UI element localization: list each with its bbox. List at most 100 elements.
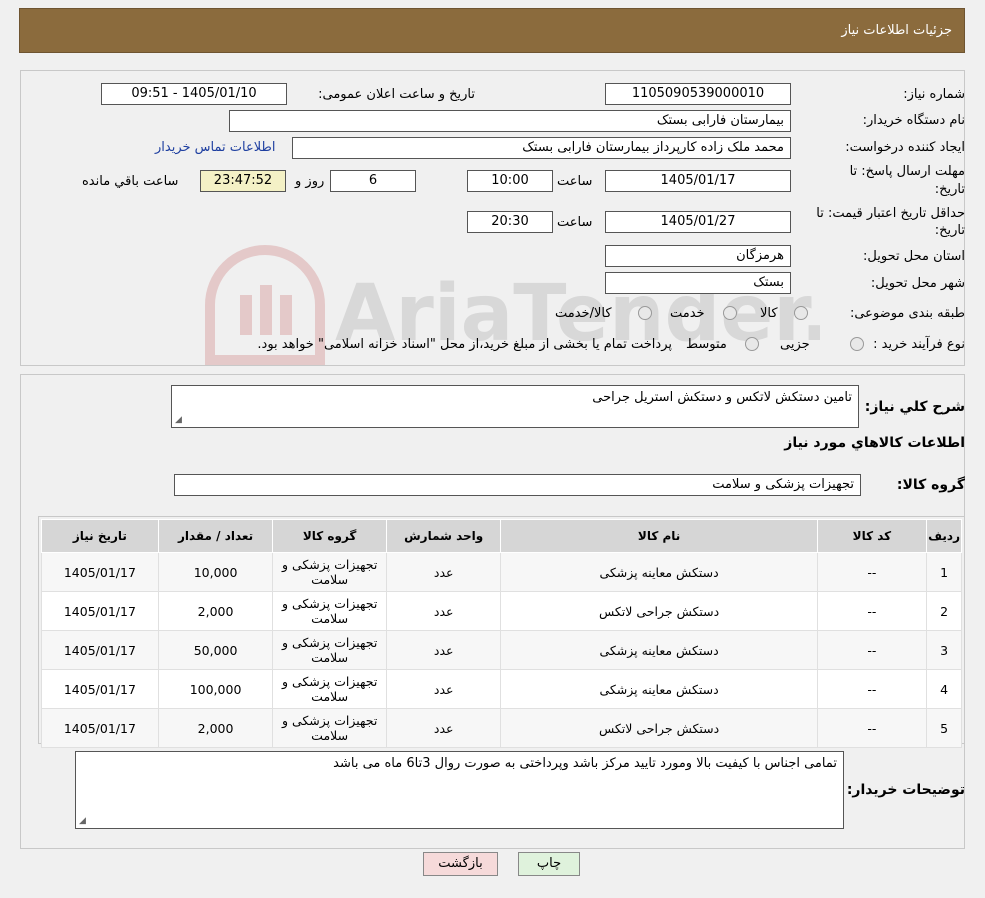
category-option-goods: کالا <box>760 306 778 321</box>
goods-table-container: ردیف کد کالا نام کالا واحد شمارش گروه کا… <box>38 516 965 748</box>
buyer-contact-link[interactable]: اطلاعات تماس خریدار <box>155 140 275 155</box>
process-radio-medium[interactable] <box>745 337 759 351</box>
need-number-field: 1105090539000010 <box>605 83 791 105</box>
creator-label: ایجاد کننده درخواست: <box>845 140 965 155</box>
announce-label: تاریخ و ساعت اعلان عمومی: <box>318 87 475 102</box>
cell-unit: عدد <box>385 669 502 709</box>
buyer-notes-text: تمامی اجناس با کیفیت بالا ومورد تایید مر… <box>333 756 837 771</box>
cell-row-number: 5 <box>926 708 962 748</box>
goods-group-field: تجهیزات پزشکی و سلامت <box>174 474 861 496</box>
need-number-label: شماره نیاز: <box>903 87 965 102</box>
process-radio-minor[interactable] <box>850 337 864 351</box>
col-header-row-number: ردیف <box>926 519 962 553</box>
page-header: جزئیات اطلاعات نیاز <box>19 8 965 53</box>
category-radio-service[interactable] <box>723 306 737 320</box>
days-label: روز و <box>295 174 325 189</box>
col-header-name: نام کالا <box>500 519 818 553</box>
cell-group: تجهیزات پزشکی و سلامت <box>272 630 387 670</box>
validity-label-date: تاریخ: <box>934 223 965 238</box>
deadline-label-date: تاریخ: <box>934 182 965 197</box>
category-radio-goods[interactable] <box>794 306 808 320</box>
deadline-time-field: 10:00 <box>467 170 553 192</box>
cell-group: تجهیزات پزشکی و سلامت <box>272 591 387 631</box>
table-row: 5 -- دستکش جراحی لاتکس عدد تجهیزات پزشکی… <box>41 708 962 748</box>
announce-datetime-field: 1405/01/10 - 09:51 <box>101 83 287 105</box>
category-radio-goods-service[interactable] <box>638 306 652 320</box>
back-button[interactable]: بازگشت <box>423 852 498 876</box>
cell-quantity: 2,000 <box>157 708 274 748</box>
goods-table: ردیف کد کالا نام کالا واحد شمارش گروه کا… <box>41 519 962 748</box>
buyer-notes-label: توضیحات خریدار: <box>846 782 965 798</box>
col-header-group: گروه کالا <box>272 519 387 553</box>
validity-date-field: 1405/01/27 <box>605 211 791 233</box>
province-field: هرمزگان <box>605 245 791 267</box>
deadline-label: مهلت ارسال پاسخ: تا <box>849 164 965 179</box>
cell-row-number: 1 <box>926 552 962 592</box>
goods-group-label: گروه کالا: <box>896 477 965 493</box>
print-button[interactable]: چاپ <box>518 852 580 876</box>
cell-group: تجهیزات پزشکی و سلامت <box>272 552 387 592</box>
cell-group: تجهیزات پزشکی و سلامت <box>272 669 387 709</box>
cell-row-number: 4 <box>926 669 962 709</box>
process-label: نوع فرآیند خرید : <box>873 337 965 352</box>
resize-grip-icon: ◢ <box>79 816 86 826</box>
cell-code: -- <box>816 708 928 748</box>
buyer-notes-textarea[interactable]: تمامی اجناس با کیفیت بالا ومورد تایید مر… <box>75 751 844 829</box>
cell-quantity: 50,000 <box>157 630 274 670</box>
cell-name: دستکش جراحی لاتکس <box>500 591 818 631</box>
cell-unit: عدد <box>385 591 502 631</box>
province-label: استان محل تحویل: <box>863 249 965 264</box>
cell-unit: عدد <box>385 552 502 592</box>
table-row: 2 -- دستکش جراحی لاتکس عدد تجهیزات پزشکی… <box>41 591 962 631</box>
cell-name: دستکش جراحی لاتکس <box>500 708 818 748</box>
cell-date: 1405/01/17 <box>41 591 159 631</box>
cell-name: دستکش معاینه پزشکی <box>500 630 818 670</box>
cell-name: دستکش معاینه پزشکی <box>500 669 818 709</box>
city-label: شهر محل تحویل: <box>870 276 965 291</box>
cell-code: -- <box>816 591 928 631</box>
city-field: بستک <box>605 272 791 294</box>
resize-grip-icon: ◢ <box>175 415 182 425</box>
cell-group: تجهیزات پزشکی و سلامت <box>272 708 387 748</box>
summary-text: تامین دستکش لاتکس و دستکش استریل جراحی <box>592 390 852 405</box>
cell-quantity: 10,000 <box>157 552 274 592</box>
cell-date: 1405/01/17 <box>41 669 159 709</box>
validity-time-field: 20:30 <box>467 211 553 233</box>
validity-time-label: ساعت <box>557 215 593 230</box>
cell-quantity: 2,000 <box>157 591 274 631</box>
summary-textarea[interactable]: تامین دستکش لاتکس و دستکش استریل جراحی ◢ <box>171 385 859 428</box>
col-header-quantity: تعداد / مقدار <box>157 519 274 553</box>
cell-quantity: 100,000 <box>157 669 274 709</box>
table-row: 1 -- دستکش معاینه پزشکی عدد تجهیزات پزشک… <box>41 552 962 592</box>
buyer-org-field: بیمارستان فارابی بستک <box>229 110 791 132</box>
cell-code: -- <box>816 552 928 592</box>
col-header-unit: واحد شمارش <box>385 519 502 553</box>
validity-label: حداقل تاریخ اعتبار قیمت: تا <box>816 206 965 221</box>
table-row: 4 -- دستکش معاینه پزشکی عدد تجهیزات پزشک… <box>41 669 962 709</box>
page-title: جزئیات اطلاعات نیاز <box>841 23 952 38</box>
cell-date: 1405/01/17 <box>41 630 159 670</box>
cell-date: 1405/01/17 <box>41 708 159 748</box>
category-option-goods-service: کالا/خدمت <box>555 306 612 321</box>
col-header-code: کد کالا <box>816 519 928 553</box>
col-header-date: تاریخ نیاز <box>41 519 159 553</box>
cell-code: -- <box>816 630 928 670</box>
cell-code: -- <box>816 669 928 709</box>
summary-label: شرح کلي نیاز: <box>864 399 965 415</box>
deadline-time-label: ساعت <box>557 174 593 189</box>
process-note: پرداخت تمام یا بخشی از مبلغ خرید،از محل … <box>257 337 672 352</box>
process-option-medium: متوسط <box>686 337 727 352</box>
table-row: 3 -- دستکش معاینه پزشکی عدد تجهیزات پزشک… <box>41 630 962 670</box>
cell-unit: عدد <box>385 630 502 670</box>
goods-table-header-row: ردیف کد کالا نام کالا واحد شمارش گروه کا… <box>41 519 962 553</box>
cell-row-number: 3 <box>926 630 962 670</box>
category-option-service: خدمت <box>670 306 705 321</box>
category-label: طبقه بندی موضوعی: <box>849 306 965 321</box>
days-remaining-field: 6 <box>330 170 416 192</box>
cell-date: 1405/01/17 <box>41 552 159 592</box>
cell-name: دستکش معاینه پزشکی <box>500 552 818 592</box>
cell-row-number: 2 <box>926 591 962 631</box>
goods-section-title: اطلاعات کالاهاي مورد نیاز <box>784 435 965 451</box>
buyer-org-label: نام دستگاه خریدار: <box>862 113 965 128</box>
creator-field: محمد ملک زاده کارپرداز بیمارستان فارابی … <box>292 137 791 159</box>
